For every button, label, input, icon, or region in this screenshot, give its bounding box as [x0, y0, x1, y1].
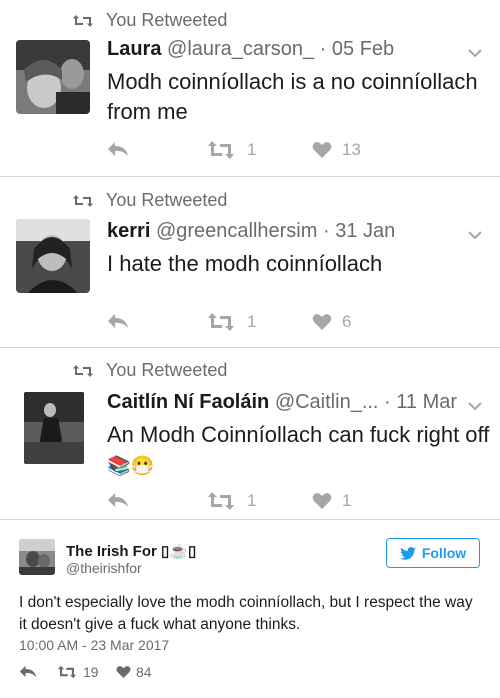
display-name[interactable]: Laura: [107, 38, 161, 60]
retweet-icon: [57, 665, 77, 679]
tweet-text: I don't especially love the modh coinnío…: [19, 594, 473, 633]
retweet-icon: [208, 141, 234, 159]
retweet-icon: [208, 492, 234, 510]
tweet-date[interactable]: 05 Feb: [332, 38, 394, 60]
retweet-label: You Retweeted: [106, 10, 228, 30]
like-button[interactable]: 13: [312, 140, 361, 160]
reply-icon: [19, 665, 37, 678]
tweet-header: Laura @laura_carson_ · 05 Feb: [107, 38, 394, 61]
like-count: 6: [342, 312, 352, 331]
user-handle[interactable]: @Caitlin_...: [275, 391, 379, 413]
tweet-header: Caitlín Ní Faoláin @Caitlin_... · 11 Mar: [107, 391, 457, 414]
like-button[interactable]: 84: [116, 664, 152, 680]
chevron-down-icon[interactable]: [468, 401, 482, 411]
tweet-text: Modh coinníollach is a no coinníollach f…: [107, 69, 478, 124]
like-button[interactable]: 1: [312, 491, 351, 511]
like-count: 84: [136, 664, 152, 680]
tweet-text-content: An Modh Coinníollach can fuck right off: [107, 422, 490, 447]
user-handle[interactable]: @laura_carson_: [167, 38, 314, 60]
retweet-context: You Retweeted: [72, 360, 227, 381]
like-count: 1: [342, 491, 352, 510]
retweet-icon: [73, 194, 93, 207]
display-name[interactable]: Caitlín Ní Faoláin: [107, 391, 269, 413]
chevron-down-icon[interactable]: [468, 48, 482, 58]
avatar[interactable]: [16, 219, 90, 293]
tweet-text: I hate the modh coinníollach: [107, 251, 383, 276]
user-handle[interactable]: @greencallhersim: [156, 220, 317, 242]
tweet-date[interactable]: 11 Mar: [396, 391, 457, 413]
reply-button[interactable]: [19, 664, 37, 679]
tweet-actions: 1 13: [107, 140, 467, 162]
avatar[interactable]: [16, 40, 90, 114]
retweet-context: You Retweeted: [72, 190, 227, 211]
display-name[interactable]: kerri: [107, 220, 150, 242]
heart-icon: [116, 666, 131, 678]
tweet-card[interactable]: You Retweeted Laura @laura_carson_ · 05 …: [0, 0, 500, 177]
reply-icon: [108, 493, 128, 507]
avatar[interactable]: [24, 392, 84, 464]
avatar[interactable]: [19, 539, 55, 575]
tweet-timestamp[interactable]: 10:00 AM - 23 Mar 2017: [19, 637, 169, 653]
tweet-text: An Modh Coinníollach can fuck right off …: [107, 420, 492, 482]
retweet-count: 1: [247, 140, 257, 159]
heart-icon: [312, 314, 332, 330]
emoji: 📚😷: [107, 456, 155, 477]
tweet-actions: 1 1: [107, 491, 467, 513]
retweet-button[interactable]: 19: [57, 664, 99, 680]
tweet-header: kerri @greencallhersim · 31 Jan: [107, 220, 395, 243]
heart-icon: [312, 142, 332, 158]
separator: ·: [384, 391, 391, 413]
retweet-icon: [73, 14, 93, 27]
tweet-actions: 19 84: [19, 664, 219, 682]
chevron-down-icon[interactable]: [468, 230, 482, 240]
tweet-card[interactable]: You Retweeted kerri @greencallhersim · 3…: [0, 177, 500, 348]
reply-icon: [108, 314, 128, 328]
like-count: 13: [342, 140, 361, 159]
heart-icon: [312, 493, 332, 509]
retweet-count: 19: [83, 664, 99, 680]
retweet-context: You Retweeted: [72, 10, 227, 31]
retweet-button[interactable]: 1: [207, 491, 256, 511]
follow-label: Follow: [421, 545, 467, 561]
user-handle[interactable]: @theirishfor: [66, 560, 142, 576]
twitter-bird-icon: [400, 546, 416, 560]
retweet-icon: [73, 364, 93, 377]
separator: ·: [322, 220, 330, 242]
retweet-label: You Retweeted: [106, 360, 228, 380]
like-button[interactable]: 6: [312, 312, 351, 332]
retweet-label: You Retweeted: [106, 190, 228, 210]
tweet-date[interactable]: 31 Jan: [335, 220, 395, 242]
reply-button[interactable]: [107, 312, 129, 330]
retweet-button[interactable]: 1: [207, 312, 256, 332]
retweet-count: 1: [247, 491, 257, 510]
tweet-actions: 1 6: [107, 312, 467, 334]
retweet-icon: [208, 313, 234, 331]
display-name[interactable]: The Irish For ▯☕▯: [66, 542, 196, 560]
reply-icon: [108, 142, 128, 156]
reply-button[interactable]: [107, 140, 129, 158]
retweet-button[interactable]: 1: [207, 140, 256, 160]
separator: ·: [319, 38, 327, 60]
embedded-tweet[interactable]: The Irish For ▯☕▯ @theirishfor Follow I …: [0, 520, 500, 698]
retweet-count: 1: [247, 312, 257, 331]
follow-button[interactable]: Follow: [386, 538, 480, 568]
reply-button[interactable]: [107, 491, 129, 509]
tweet-card[interactable]: You Retweeted Caitlín Ní Faoláin @Caitli…: [0, 348, 500, 520]
